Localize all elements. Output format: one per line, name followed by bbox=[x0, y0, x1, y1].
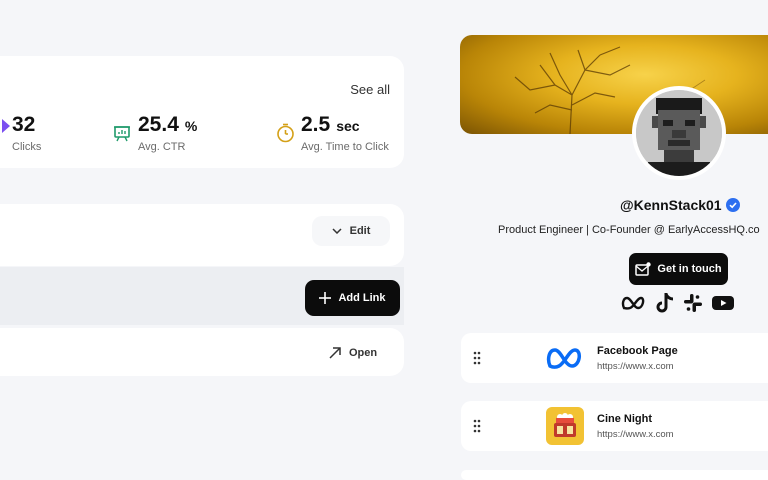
meta-icon[interactable] bbox=[621, 295, 647, 311]
ctr-value: 25.4 bbox=[138, 113, 179, 136]
add-link-button[interactable]: Add Link bbox=[305, 280, 400, 316]
ctr-unit: % bbox=[184, 118, 198, 134]
presentation-chart-icon bbox=[114, 126, 130, 142]
plus-icon bbox=[319, 292, 332, 304]
drag-handle-icon[interactable] bbox=[473, 351, 481, 365]
get-in-touch-button[interactable]: Get in touch bbox=[629, 253, 728, 285]
mail-icon bbox=[635, 262, 652, 276]
verified-badge-icon bbox=[725, 198, 740, 212]
profile-bio: Product Engineer | Co-Founder @ EarlyAcc… bbox=[498, 224, 760, 236]
handle-text: @KennStack01 bbox=[620, 197, 722, 213]
cinema-icon bbox=[546, 407, 584, 445]
tiktok-icon[interactable] bbox=[655, 292, 675, 314]
get-in-touch-label: Get in touch bbox=[657, 263, 722, 275]
link-url: https://www.x.com bbox=[597, 361, 674, 372]
link-editor-card: Edit bbox=[0, 204, 404, 266]
profile-avatar bbox=[632, 86, 726, 180]
link-title: Cine Night bbox=[597, 413, 652, 425]
cursor-icon bbox=[2, 119, 10, 133]
stat-ctr: 25.4% Avg. CTR bbox=[138, 113, 198, 153]
arrow-up-right-icon bbox=[329, 347, 341, 359]
youtube-icon[interactable] bbox=[711, 294, 735, 312]
time-value: 2.5 bbox=[301, 113, 331, 136]
social-icons bbox=[621, 292, 735, 314]
link-url: https://www.x.com bbox=[597, 429, 674, 440]
timer-icon bbox=[277, 123, 294, 143]
add-link-label: Add Link bbox=[338, 292, 386, 304]
link-item[interactable] bbox=[461, 470, 768, 480]
see-all-link[interactable]: See all bbox=[350, 82, 390, 97]
link-open-card: Open bbox=[0, 328, 404, 376]
edit-button[interactable]: Edit bbox=[312, 216, 390, 246]
stats-card: See all 32 Clicks 25.4% Avg. CTR 2.5 sec … bbox=[0, 56, 404, 168]
clicks-label: Clicks bbox=[12, 141, 42, 153]
clicks-value: 32 bbox=[12, 113, 36, 136]
time-unit: sec bbox=[336, 118, 360, 134]
stat-clicks: 32 Clicks bbox=[2, 113, 41, 153]
link-item[interactable]: Facebook Page https://www.x.com bbox=[461, 333, 768, 383]
stat-time: 2.5 sec Avg. Time to Click bbox=[301, 113, 389, 153]
chevron-down-icon bbox=[332, 228, 342, 234]
meta-logo-icon bbox=[546, 348, 581, 369]
time-label: Avg. Time to Click bbox=[301, 141, 389, 153]
edit-label: Edit bbox=[349, 225, 371, 237]
ctr-label: Avg. CTR bbox=[138, 141, 186, 153]
open-button[interactable]: Open bbox=[316, 338, 390, 368]
slack-icon[interactable] bbox=[683, 293, 703, 313]
link-title: Facebook Page bbox=[597, 345, 678, 357]
open-label: Open bbox=[348, 347, 378, 359]
drag-handle-icon[interactable] bbox=[473, 419, 481, 433]
profile-handle: @KennStack01 bbox=[620, 197, 740, 213]
avatar-photo bbox=[636, 90, 722, 176]
link-item[interactable]: Cine Night https://www.x.com bbox=[461, 401, 768, 451]
